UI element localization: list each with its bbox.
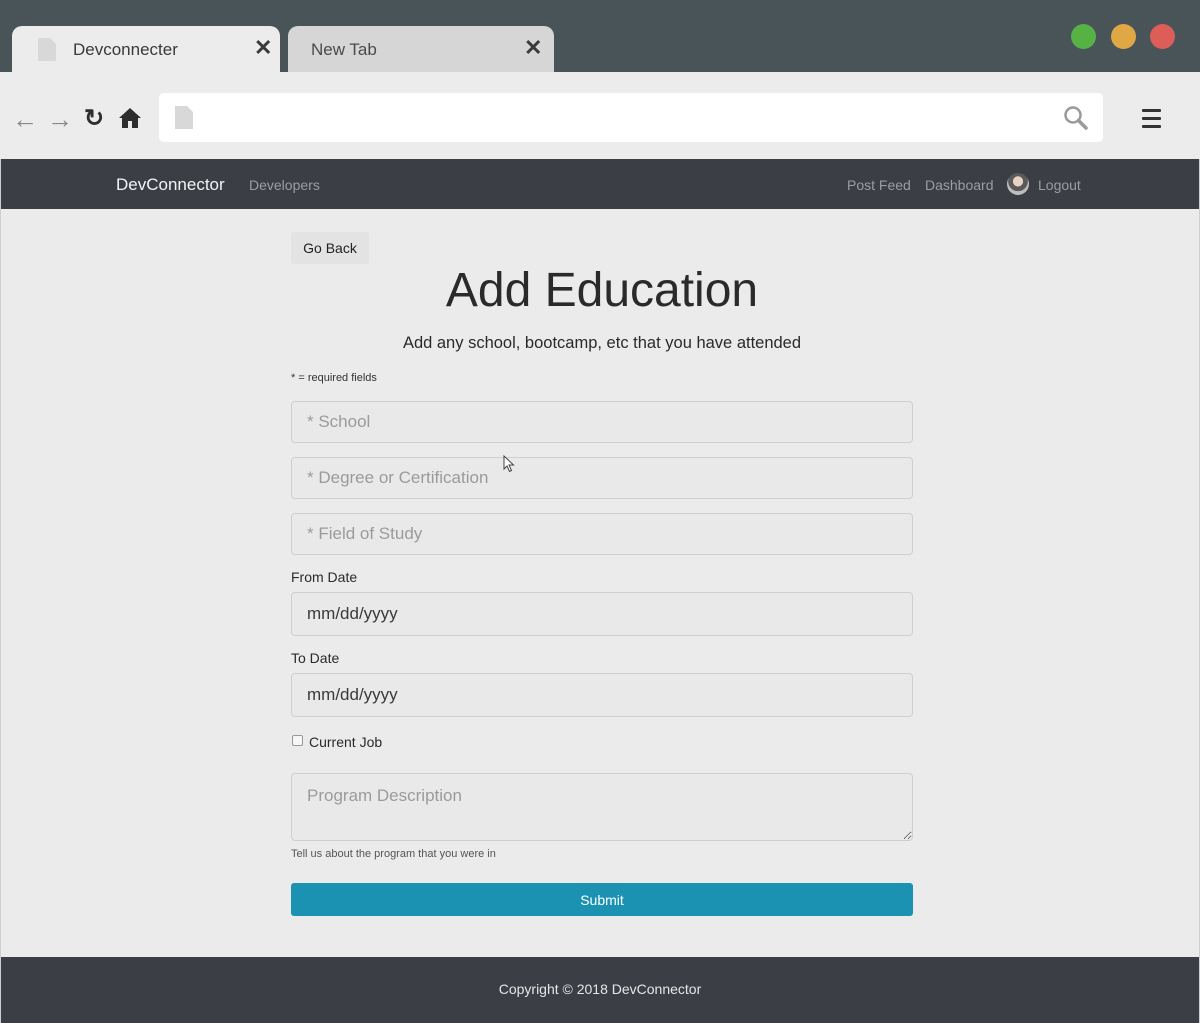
description-help-text: Tell us about the program that you were … [291, 848, 496, 860]
minimize-window-button[interactable] [1111, 24, 1136, 49]
hamburger-menu-icon[interactable] [1142, 109, 1161, 129]
to-date-input[interactable] [291, 673, 913, 717]
current-job-label[interactable]: Current Job [309, 734, 382, 750]
degree-input[interactable] [291, 457, 913, 499]
from-date-label: From Date [291, 569, 358, 585]
close-tab-icon[interactable]: ✕ [254, 36, 272, 60]
tab-new-tab[interactable]: New Tab ✕ [288, 26, 554, 72]
close-window-button[interactable] [1150, 24, 1175, 49]
nav-link-post-feed[interactable]: Post Feed [847, 177, 911, 193]
submit-button[interactable]: Submit [291, 883, 913, 916]
tab-title: New Tab [311, 40, 377, 59]
field-of-study-input[interactable] [291, 513, 913, 555]
logout-link[interactable]: Logout [1038, 177, 1081, 193]
from-date-input[interactable] [291, 592, 913, 636]
mouse-cursor-icon [503, 455, 515, 473]
browser-toolbar: ← → ↻ [0, 72, 1200, 159]
required-note: * = required fields [291, 372, 377, 384]
forward-arrow-icon[interactable]: → [47, 106, 73, 132]
maximize-window-button[interactable] [1071, 24, 1096, 49]
browser-titlebar: Devconnecter ✕ New Tab ✕ [0, 0, 1200, 72]
site-footer: Copyright © 2018 DevConnector [1, 957, 1199, 1023]
copyright-text: Copyright © 2018 DevConnector [498, 981, 702, 997]
nav-link-dashboard[interactable]: Dashboard [925, 177, 994, 193]
page-icon [175, 106, 193, 129]
brand-link[interactable]: DevConnector [116, 175, 225, 195]
tab-devconnecter[interactable]: Devconnecter ✕ [12, 26, 280, 72]
page-lead: Add any school, bootcamp, etc that you h… [402, 334, 802, 352]
go-back-button[interactable]: Go Back [291, 232, 369, 264]
page-viewport: DevConnector Developers Post Feed Dashbo… [0, 159, 1200, 1023]
school-input[interactable] [291, 401, 913, 443]
page-icon [38, 38, 56, 61]
close-tab-icon[interactable]: ✕ [524, 36, 542, 60]
current-job-checkbox[interactable] [292, 735, 303, 746]
nav-link-developers[interactable]: Developers [249, 177, 320, 193]
tab-title: Devconnecter [73, 40, 178, 59]
avatar[interactable] [1007, 173, 1029, 195]
reload-icon[interactable]: ↻ [84, 106, 104, 132]
home-icon[interactable] [118, 106, 142, 130]
program-description-textarea[interactable] [291, 773, 913, 841]
address-bar[interactable] [159, 93, 1103, 142]
site-navbar: DevConnector Developers Post Feed Dashbo… [1, 159, 1199, 209]
search-icon[interactable] [1063, 105, 1089, 131]
to-date-label: To Date [291, 650, 340, 666]
page-title: Add Education [445, 264, 759, 317]
back-arrow-icon[interactable]: ← [12, 106, 38, 132]
